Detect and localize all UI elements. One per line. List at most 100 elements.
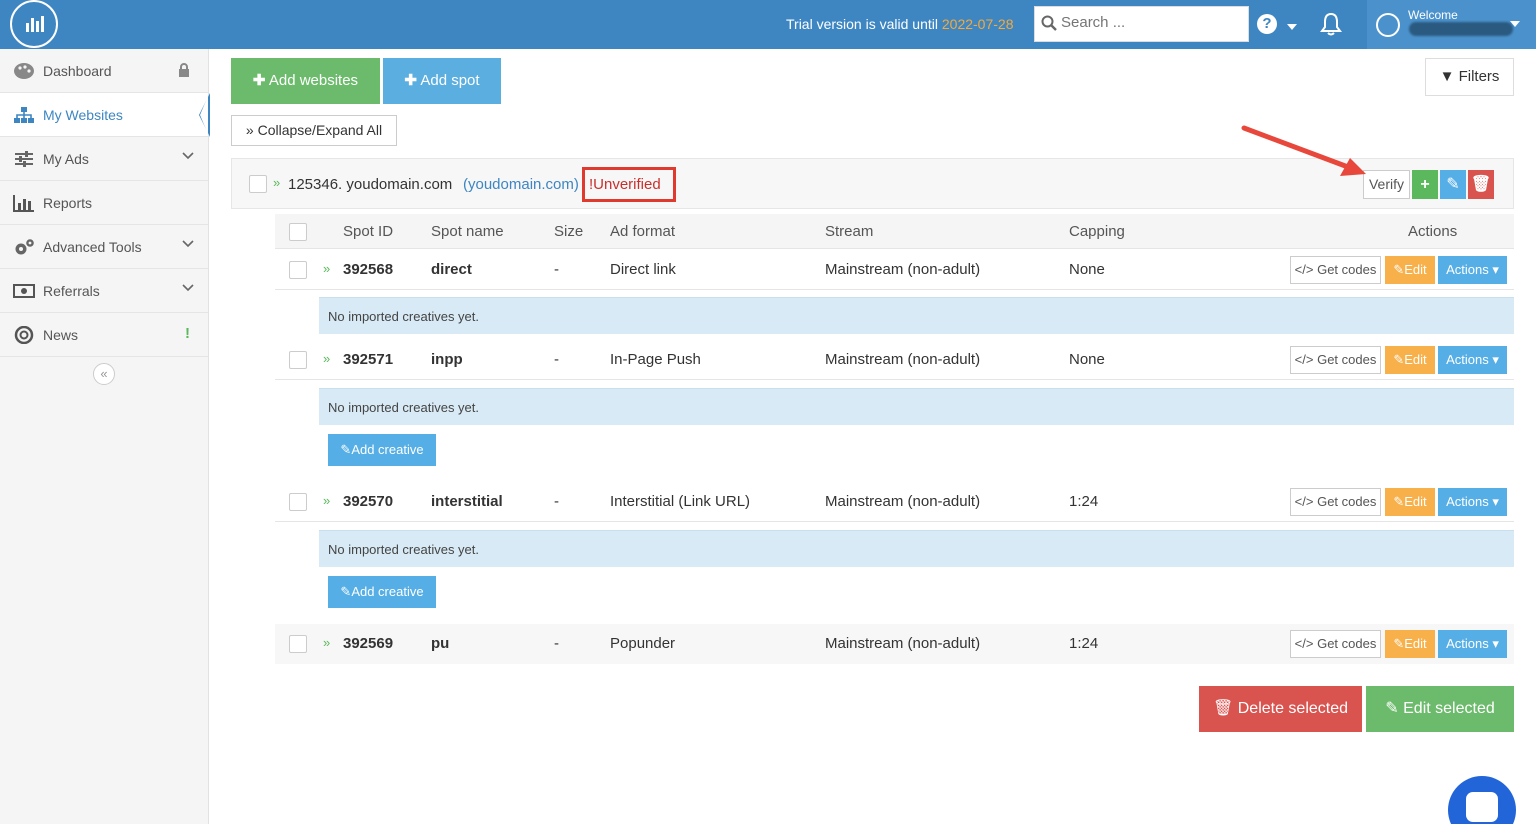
sidebar-item-dashboard[interactable]: Dashboard (0, 49, 208, 93)
add-spot-plus-button[interactable]: + (1412, 170, 1438, 199)
sidebar-item-my-ads[interactable]: My Ads (0, 137, 208, 181)
get-codes-button[interactable]: </> Get codes (1290, 488, 1381, 516)
add-creative-label: Add creative (351, 442, 424, 457)
actions-dropdown[interactable]: Actions ▾ (1438, 256, 1507, 284)
double-chevron-down-icon[interactable]: » (323, 493, 330, 508)
spot-id: 392571 (343, 351, 394, 368)
sidebar-item-label: Referrals (43, 283, 100, 299)
active-marker-inner (200, 96, 208, 134)
ad-format: Interstitial (Link URL) (610, 493, 751, 510)
actions-dropdown[interactable]: Actions ▾ (1438, 346, 1507, 374)
column-header[interactable]: Ad format (610, 223, 675, 240)
logo-icon[interactable] (10, 0, 58, 48)
get-codes-button[interactable]: </> Get codes (1290, 630, 1381, 658)
edit-button[interactable]: ✎Edit (1385, 256, 1435, 284)
edit-pencil-button[interactable]: ✎ (1440, 170, 1466, 199)
delete-selected-button[interactable]: 🗑 Delete selected (1199, 686, 1362, 732)
collapse-expand-button[interactable]: » Collapse/Expand All (231, 115, 397, 146)
website-link[interactable]: (youdomain.com) (463, 176, 579, 193)
sidebar-item-label: My Websites (43, 107, 123, 123)
edit-button[interactable]: ✎Edit (1385, 346, 1435, 374)
spot-size: - (554, 493, 559, 510)
website-checkbox[interactable] (249, 175, 267, 193)
double-chevron-right-icon[interactable]: » (323, 635, 330, 650)
sidebar-item-my-websites[interactable]: My Websites (0, 93, 210, 137)
pencil-icon: ✎ (1393, 352, 1405, 367)
row-checkbox[interactable] (289, 635, 307, 653)
code-icon: </> (1294, 352, 1314, 367)
column-header: Actions (1408, 223, 1458, 240)
column-header[interactable]: Spot name (431, 223, 504, 240)
double-chevron-down-icon[interactable]: » (323, 261, 330, 276)
user-menu[interactable]: Welcome (1367, 0, 1536, 49)
spot-name: pu (431, 635, 450, 652)
get-codes-button[interactable]: </> Get codes (1290, 256, 1381, 284)
spot-size: - (554, 261, 559, 278)
actions-label: Actions (1446, 636, 1489, 651)
row-checkbox[interactable] (289, 261, 307, 279)
select-all-checkbox[interactable] (289, 223, 307, 241)
sidebar-item-referrals[interactable]: Referrals (0, 269, 208, 313)
get-codes-button[interactable]: </> Get codes (1290, 346, 1381, 374)
search-box[interactable] (1034, 6, 1249, 42)
row-checkbox[interactable] (289, 493, 307, 511)
double-chevron-down-icon[interactable]: » (323, 351, 330, 366)
sliders-icon (15, 151, 33, 167)
sidebar-item-news[interactable]: News ! (0, 313, 208, 357)
get-codes-label: Get codes (1317, 494, 1377, 509)
money-icon (13, 284, 35, 298)
double-chevron-down-icon[interactable]: » (273, 175, 280, 190)
stream: Mainstream (non-adult) (825, 351, 981, 368)
spot-id: 392570 (343, 493, 394, 510)
chevron-down-icon[interactable] (1287, 24, 1297, 30)
column-header[interactable]: Spot ID (343, 223, 393, 240)
add-spot-button[interactable]: ✚ Add spot (383, 58, 501, 104)
actions-dropdown[interactable]: Actions ▾ (1438, 630, 1507, 658)
actions-dropdown[interactable]: Actions ▾ (1438, 488, 1507, 516)
edit-button[interactable]: ✎Edit (1385, 630, 1435, 658)
trial-text: Trial version is valid until (786, 16, 942, 32)
annotation-arrow (1241, 125, 1366, 176)
column-header[interactable]: Size (554, 223, 583, 240)
sidebar-collapse-button[interactable]: « (93, 363, 115, 385)
sidebar-item-label: Advanced Tools (43, 239, 142, 255)
search-input[interactable] (1061, 14, 1241, 31)
column-header[interactable]: Stream (825, 223, 873, 240)
chat-widget-button[interactable] (1448, 776, 1516, 824)
add-websites-button[interactable]: ✚ Add websites (231, 58, 380, 104)
welcome-text: Welcome (1408, 8, 1458, 22)
ad-format: Popunder (610, 635, 676, 652)
trash-button[interactable]: 🗑 (1468, 170, 1494, 199)
chat-icon (1466, 792, 1498, 822)
sitemap-icon (14, 107, 34, 123)
add-creative-button[interactable]: ✎Add creative (328, 576, 436, 608)
column-header[interactable]: Capping (1069, 223, 1125, 240)
filters-button[interactable]: ▼ Filters (1425, 58, 1514, 96)
add-creative-button[interactable]: ✎Add creative (328, 434, 436, 466)
edit-selected-button[interactable]: ✎ Edit selected (1366, 686, 1514, 732)
sidebar-item-reports[interactable]: Reports (0, 181, 208, 225)
row-checkbox[interactable] (289, 351, 307, 369)
search-icon (1041, 15, 1057, 31)
help-icon[interactable]: ? (1257, 14, 1277, 34)
code-icon: </> (1294, 494, 1314, 509)
chevron-down-icon: ▾ (1488, 636, 1499, 651)
edit-label: Edit (1404, 352, 1427, 367)
pencil-icon: ✎ (1393, 494, 1405, 509)
trial-date: 2022-07-28 (941, 16, 1014, 32)
chevron-down-icon (182, 240, 194, 248)
double-chevron-down-icon: » (245, 122, 254, 138)
edit-button[interactable]: ✎Edit (1385, 488, 1435, 516)
lifebuoy-icon (14, 326, 34, 344)
chevron-down-icon (182, 284, 194, 292)
bell-icon[interactable] (1320, 12, 1342, 36)
table-row: » 392571 inpp - In-Page Push Mainstream … (275, 340, 1514, 380)
plus-icon: ✚ (404, 72, 417, 89)
ad-format: In-Page Push (610, 351, 701, 368)
palette-icon (14, 63, 34, 79)
get-codes-label: Get codes (1317, 636, 1377, 651)
get-codes-label: Get codes (1317, 262, 1377, 277)
sidebar-item-advanced-tools[interactable]: Advanced Tools (0, 225, 208, 269)
capping: None (1069, 351, 1105, 368)
chevron-down-icon[interactable] (1510, 21, 1520, 27)
